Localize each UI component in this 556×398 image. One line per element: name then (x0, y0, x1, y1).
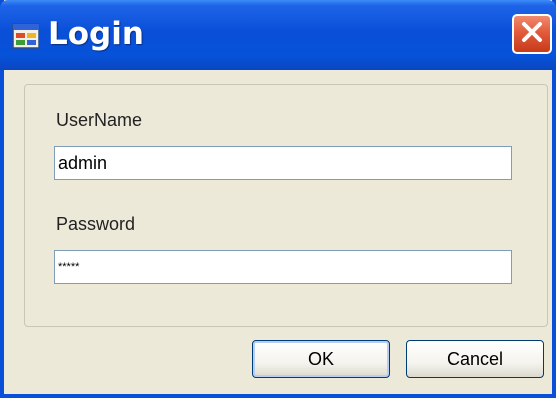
password-input[interactable] (54, 250, 512, 284)
password-label: Password (56, 214, 136, 234)
username-label: UserName (56, 110, 143, 130)
ok-button[interactable]: OK (252, 340, 390, 378)
window-title: Login (48, 16, 144, 52)
cancel-button[interactable]: Cancel (406, 340, 544, 378)
login-dialog-window: Login UserName Password OK Cancel (0, 0, 556, 398)
title-bar[interactable]: Login (0, 0, 556, 70)
app-form-icon (12, 22, 40, 50)
close-button[interactable] (512, 14, 552, 54)
username-input[interactable] (54, 146, 512, 180)
close-icon (520, 20, 544, 48)
